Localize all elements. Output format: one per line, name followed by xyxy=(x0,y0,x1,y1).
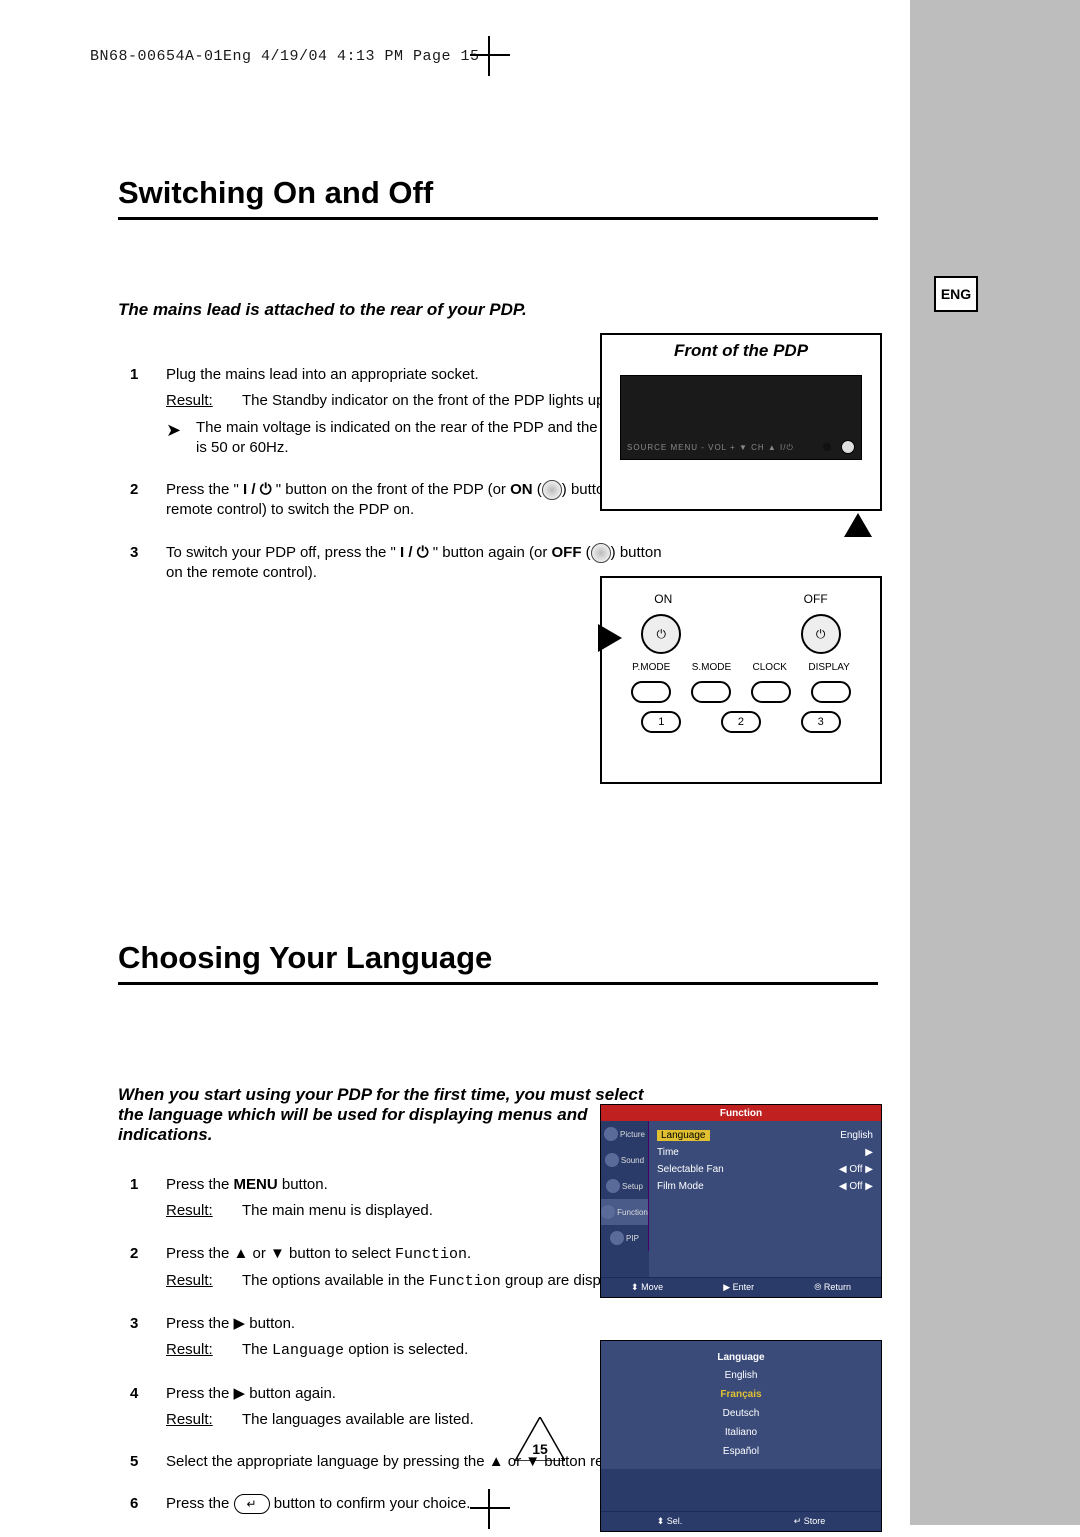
pointer-arrow-icon xyxy=(844,513,872,537)
step-6: 6 Press the ↵ button to confirm your cho… xyxy=(130,1494,680,1514)
pdp-front-illustration: SOURCE MENU - VOL + ▼ CH ▲ I/⏻ xyxy=(620,375,862,460)
step-2: 2 Press the ▲ or ▼ button to select Func… xyxy=(130,1244,680,1293)
page-number: 15 xyxy=(515,1441,565,1457)
osd-tab-pip: PIP xyxy=(601,1225,649,1251)
osd-function-menu: Function Picture Sound Setup Function PI… xyxy=(600,1104,882,1298)
step-text: Press the ▶ button. xyxy=(166,1314,680,1334)
osd-foot-sel: ⬍ Sel. xyxy=(657,1516,683,1527)
page-number-marker: 15 xyxy=(515,1417,565,1461)
lang-option-deutsch: Deutsch xyxy=(609,1404,873,1423)
step-3: 3 To switch your PDP off, press the " I … xyxy=(130,543,680,584)
on-button-icon xyxy=(542,480,562,500)
step-number: 3 xyxy=(130,1314,166,1362)
step-number: 3 xyxy=(130,543,166,584)
step-number: 6 xyxy=(130,1494,166,1514)
manual-page: BN68-00654A-01Eng 4/19/04 4:13 PM Page 1… xyxy=(0,0,1080,1525)
remote-clock-button xyxy=(751,681,791,703)
section-heading: Choosing Your Language xyxy=(118,940,878,980)
enter-button-icon: ↵ xyxy=(234,1494,270,1514)
osd-foot-store: ↵ Store xyxy=(794,1516,826,1527)
osd-foot-return: ⦾ Return xyxy=(814,1282,851,1293)
remote-display-label: DISPLAY xyxy=(808,662,850,673)
note-arrow-icon: ➤ xyxy=(166,418,196,459)
step-number: 5 xyxy=(130,1452,166,1472)
osd-row-time: Time▶ xyxy=(657,1144,873,1161)
pip-icon xyxy=(610,1231,624,1245)
language-tab-eng: ENG xyxy=(934,276,978,312)
osd-row-language: LanguageEnglish xyxy=(657,1127,873,1144)
osd-row-film: Film Mode◀ Off ▶ xyxy=(657,1178,873,1195)
figure-front-pdp: Front of the PDP SOURCE MENU - VOL + ▼ C… xyxy=(600,333,882,511)
step-1: 1 Plug the mains lead into an appropriat… xyxy=(130,365,680,458)
step-number: 1 xyxy=(130,365,166,458)
remote-on-button: ⏻ xyxy=(641,614,681,654)
remote-off-label: OFF xyxy=(804,592,828,606)
osd-row-fan: Selectable Fan◀ Off ▶ xyxy=(657,1161,873,1178)
step-4: 4 Press the ▶ button again. Result:The l… xyxy=(130,1384,680,1431)
step-1: 1 Press the MENU button. Result:The main… xyxy=(130,1175,680,1222)
step-number: 2 xyxy=(130,1244,166,1293)
osd-body: LanguageEnglish Time▶ Selectable Fan◀ Of… xyxy=(649,1121,881,1277)
section-heading: Switching On and Off xyxy=(118,175,878,215)
osd-footer: ⬍ Move ▶ Enter ⦾ Return xyxy=(601,1277,881,1297)
osd-title: Function xyxy=(601,1105,881,1122)
section-title-language: Choosing Your Language xyxy=(118,940,878,985)
section1-intro: The mains lead is attached to the rear o… xyxy=(118,300,658,320)
osd-tab-picture: Picture xyxy=(601,1121,649,1147)
lang-option-francais: Français xyxy=(609,1385,873,1404)
gray-margin xyxy=(910,0,1080,1525)
osd-tabs: Picture Sound Setup Function PIP xyxy=(601,1121,649,1251)
step-5: 5 Select the appropriate language by pre… xyxy=(130,1452,680,1472)
remote-on-label: ON xyxy=(654,592,672,606)
osd-foot-enter: ▶ Enter xyxy=(723,1282,754,1293)
step-number: 2 xyxy=(130,480,166,521)
remote-1-button: 1 xyxy=(641,711,681,733)
section-rule xyxy=(118,217,878,220)
figure-remote: ON OFF ⏻ ⏻ P.MODE S.MODE CLOCK DISPLAY xyxy=(600,576,882,784)
section1-steps: 1 Plug the mains lead into an appropriat… xyxy=(130,365,680,605)
osd-title: Language xyxy=(609,1349,873,1366)
off-button-icon xyxy=(591,543,611,563)
step-number: 4 xyxy=(130,1384,166,1431)
section-title-switching: Switching On and Off xyxy=(118,175,878,220)
print-meta-line: BN68-00654A-01Eng 4/19/04 4:13 PM Page 1… xyxy=(90,48,480,65)
section2-intro: When you start using your PDP for the fi… xyxy=(118,1085,658,1145)
osd-language-menu: Language English Français Deutsch Italia… xyxy=(600,1340,882,1532)
remote-pmode-button xyxy=(631,681,671,703)
step-3: 3 Press the ▶ button. Result:The Languag… xyxy=(130,1314,680,1362)
remote-pmode-label: P.MODE xyxy=(632,662,670,673)
osd-foot-move: ⬍ Move xyxy=(631,1282,663,1293)
osd-tab-function: Function xyxy=(601,1199,649,1225)
pdp-controls-label: SOURCE MENU - VOL + ▼ CH ▲ I/⏻ xyxy=(627,443,794,453)
remote-clock-label: CLOCK xyxy=(753,662,787,673)
remote-display-button xyxy=(811,681,851,703)
result-label: Result: xyxy=(166,391,242,411)
section2-steps: 1 Press the MENU button. Result:The main… xyxy=(130,1175,680,1537)
remote-smode-label: S.MODE xyxy=(692,662,731,673)
remote-smode-button xyxy=(691,681,731,703)
power-button-icon xyxy=(841,440,855,454)
osd-tab-sound: Sound xyxy=(601,1147,649,1173)
setup-icon xyxy=(606,1179,620,1193)
section-rule xyxy=(118,982,878,985)
remote-off-button: ⏻ xyxy=(801,614,841,654)
remote-3-button: 3 xyxy=(801,711,841,733)
lang-option-italiano: Italiano xyxy=(609,1423,873,1442)
sound-icon xyxy=(605,1153,619,1167)
picture-icon xyxy=(604,1127,618,1141)
function-icon xyxy=(601,1205,615,1219)
remote-2-button: 2 xyxy=(721,711,761,733)
step-2: 2 Press the " I / ⏻ " button on the fron… xyxy=(130,480,680,521)
lang-option-espanol: Español xyxy=(609,1442,873,1461)
osd-footer: ⬍ Sel. ↵ Store xyxy=(601,1511,881,1531)
lang-option-english: English xyxy=(609,1366,873,1385)
osd-tab-setup: Setup xyxy=(601,1173,649,1199)
step-number: 1 xyxy=(130,1175,166,1222)
standby-led-icon xyxy=(823,443,831,451)
figure-caption: Front of the PDP xyxy=(602,341,880,361)
